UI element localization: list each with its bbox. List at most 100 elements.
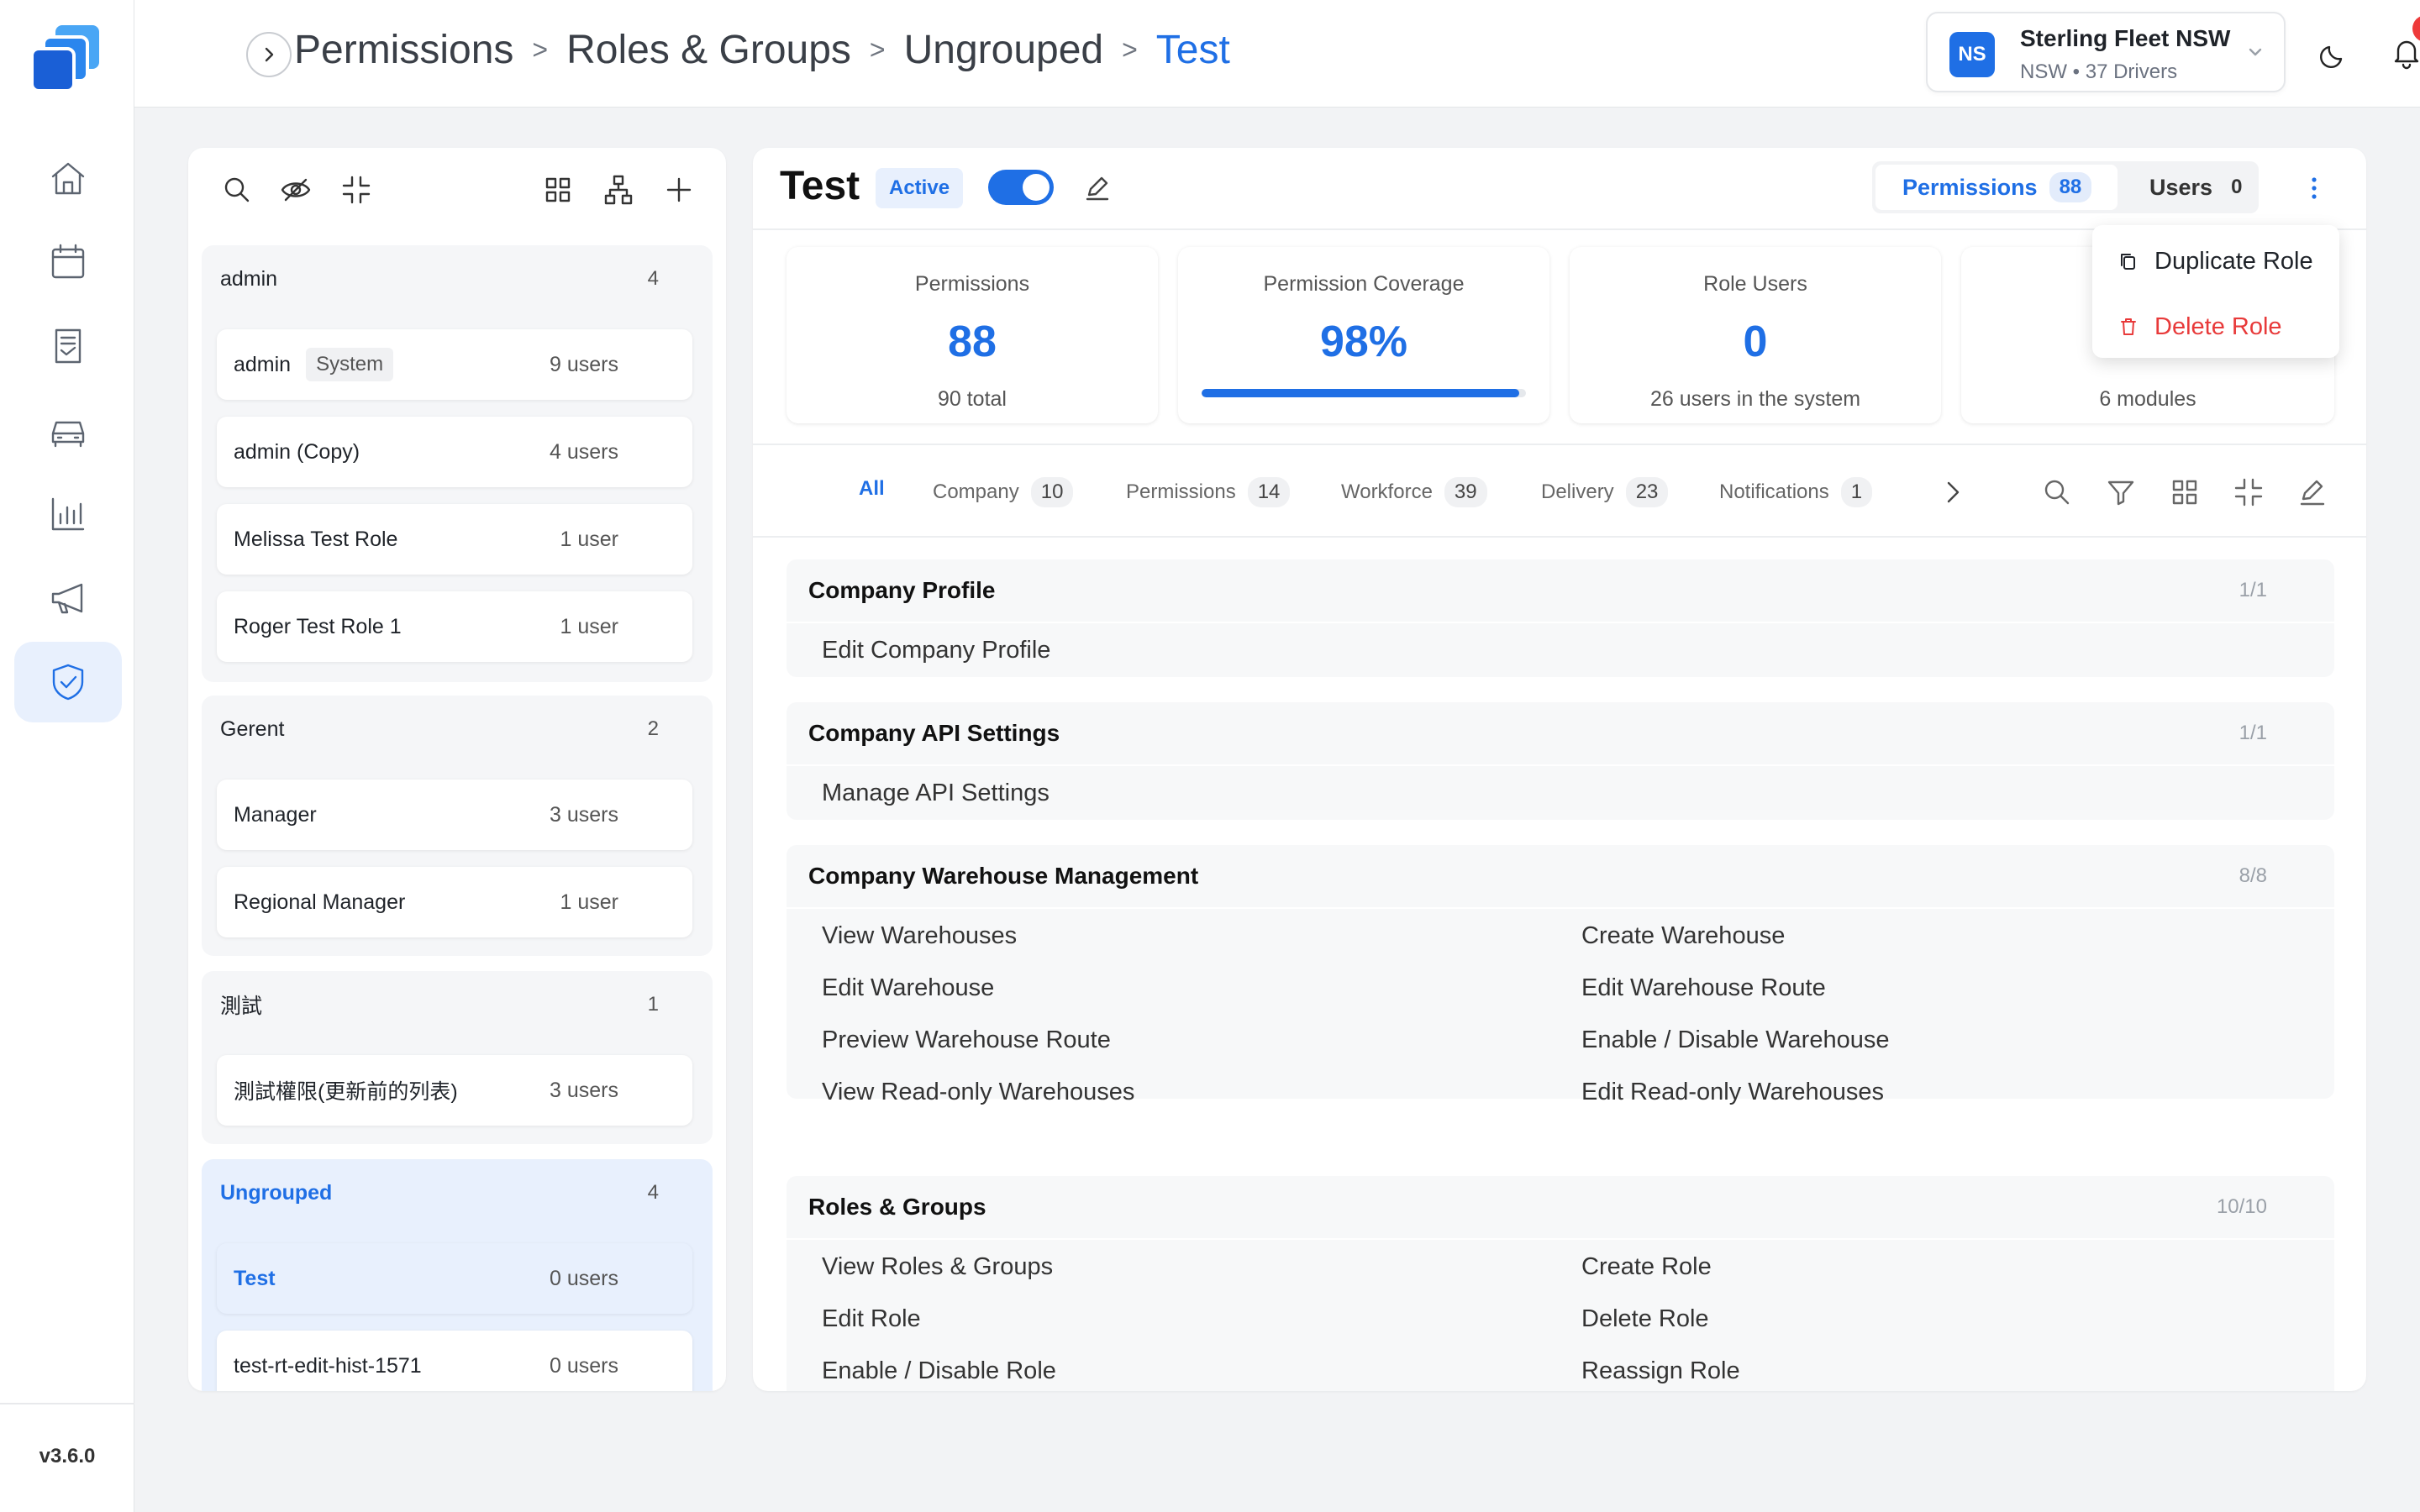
hierarchy-icon[interactable] bbox=[602, 173, 635, 207]
permission-item[interactable]: Preview Warehouse Route bbox=[822, 1026, 1111, 1054]
permission-item[interactable]: Reassign Role bbox=[1581, 1357, 1740, 1385]
role-user-count: 1 user bbox=[560, 614, 618, 638]
group-header[interactable]: admin 4 bbox=[202, 245, 713, 312]
add-icon[interactable] bbox=[662, 173, 696, 207]
section-header[interactable]: Roles & Groups 10/10 bbox=[786, 1176, 2334, 1240]
duplicate-role-menu-item[interactable]: Duplicate Role bbox=[2092, 234, 2339, 289]
edit-icon[interactable] bbox=[1082, 173, 1113, 203]
grid-view-icon[interactable] bbox=[541, 173, 575, 207]
collapse-icon[interactable] bbox=[2232, 475, 2265, 509]
role-item[interactable]: Manager 3 users bbox=[217, 780, 692, 850]
tab-count: 0 bbox=[2231, 176, 2243, 198]
breadcrumb-item-current: Test bbox=[1155, 28, 1230, 72]
bell-icon[interactable] bbox=[2388, 34, 2420, 71]
role-item[interactable]: 測試權限(更新前的列表) 3 users bbox=[217, 1055, 692, 1126]
nav-permissions[interactable] bbox=[14, 642, 122, 722]
dark-mode-toggle-icon[interactable] bbox=[2316, 35, 2353, 72]
role-item[interactable]: admin (Copy) 4 users bbox=[217, 417, 692, 487]
tab-count: 88 bbox=[2049, 172, 2092, 202]
stat-card-role-users: Role Users 0 26 users in the system bbox=[1570, 247, 1941, 423]
delete-role-menu-item[interactable]: Delete Role bbox=[2092, 299, 2339, 354]
role-name: admin bbox=[234, 352, 292, 376]
trash-icon bbox=[2118, 316, 2154, 338]
tab-permissions[interactable]: Permissions 88 bbox=[1876, 165, 2118, 210]
group-header[interactable]: Gerent 2 bbox=[202, 696, 713, 763]
role-name: Roger Test Role 1 bbox=[234, 614, 402, 638]
role-name: test-rt-edit-hist-1571 bbox=[234, 1353, 422, 1378]
permission-item[interactable]: View Roles & Groups bbox=[822, 1253, 1053, 1281]
tab-users[interactable]: Users 0 bbox=[2133, 165, 2252, 210]
stat-subtext: 6 modules bbox=[2099, 387, 2196, 411]
app-logo[interactable] bbox=[30, 22, 106, 92]
group-admin: admin 4 admin System 9 users admin (Copy) 4 … bbox=[202, 245, 713, 682]
search-icon[interactable] bbox=[2040, 475, 2074, 509]
permission-section-company-profile: Company Profile 1/1 Edit Company Profile bbox=[786, 559, 2334, 677]
nav-vehicles[interactable] bbox=[14, 390, 122, 470]
megaphone-icon bbox=[46, 576, 90, 620]
more-options-icon[interactable] bbox=[2309, 173, 2319, 203]
chevron-right-icon[interactable] bbox=[1936, 475, 1970, 509]
breadcrumb-item-ungrouped[interactable]: Ungrouped bbox=[904, 27, 1104, 73]
permission-item[interactable]: Edit Warehouse bbox=[822, 974, 994, 1002]
permission-section-api-settings: Company API Settings 1/1 Manage API Setti… bbox=[786, 702, 2334, 820]
permission-item[interactable]: Enable / Disable Role bbox=[822, 1357, 1056, 1385]
section-header[interactable]: Company Profile 1/1 bbox=[786, 559, 2334, 623]
breadcrumb-item-permissions[interactable]: Permissions bbox=[294, 27, 513, 73]
breadcrumb: Permissions > Roles & Groups > Ungrouped… bbox=[294, 27, 1230, 73]
role-user-count: 1 user bbox=[560, 527, 618, 551]
breadcrumb-item-roles-groups[interactable]: Roles & Groups bbox=[566, 27, 851, 73]
collapse-icon[interactable] bbox=[339, 173, 373, 207]
filter-icon[interactable] bbox=[2104, 475, 2138, 509]
section-count: 1/1 bbox=[2238, 579, 2267, 601]
nav-documents[interactable] bbox=[14, 306, 122, 386]
menu-item-label: Delete Role bbox=[2154, 312, 2282, 340]
permission-item[interactable]: Manage API Settings bbox=[822, 780, 1050, 807]
organization-selector[interactable]: NS Sterling Fleet NSW NSW • 37 Drivers bbox=[1926, 12, 2286, 92]
filter-tab-workforce[interactable]: Workforce 39 bbox=[1341, 477, 1487, 507]
section-header[interactable]: Company Warehouse Management 8/8 bbox=[786, 845, 2334, 909]
role-name: Test bbox=[234, 1266, 276, 1290]
filter-tab-permissions[interactable]: Permissions 14 bbox=[1126, 477, 1291, 507]
nav-announcements[interactable] bbox=[14, 558, 122, 638]
role-item[interactable]: Regional Manager 1 user bbox=[217, 867, 692, 937]
role-name: Melissa Test Role bbox=[234, 527, 398, 551]
nav-home[interactable] bbox=[14, 138, 122, 218]
sidebar-expand-button[interactable] bbox=[246, 32, 292, 77]
edit-icon[interactable] bbox=[2296, 475, 2329, 509]
role-user-count: 9 users bbox=[550, 352, 618, 376]
group-header[interactable]: 測試 1 bbox=[202, 971, 713, 1038]
filter-tab-notifications[interactable]: Notifications 1 bbox=[1719, 477, 1873, 507]
nav-calendar[interactable] bbox=[14, 222, 122, 302]
filter-tab-all[interactable]: All bbox=[859, 477, 885, 501]
section-header[interactable]: Company API Settings 1/1 bbox=[786, 702, 2334, 766]
permission-item[interactable]: Enable / Disable Warehouse bbox=[1581, 1026, 1889, 1054]
filter-count: 10 bbox=[1030, 477, 1074, 507]
role-enabled-toggle[interactable] bbox=[988, 170, 1054, 205]
eye-off-icon[interactable] bbox=[279, 173, 313, 207]
nav-reports[interactable] bbox=[14, 474, 122, 554]
permission-item[interactable]: Create Warehouse bbox=[1581, 922, 1785, 950]
filter-tab-delivery[interactable]: Delivery 23 bbox=[1541, 477, 1669, 507]
grid-view-icon[interactable] bbox=[2168, 475, 2202, 509]
group-count: 4 bbox=[647, 1181, 659, 1204]
permission-item[interactable]: View Warehouses bbox=[822, 922, 1017, 950]
role-item-selected[interactable]: Test 0 users bbox=[217, 1243, 692, 1314]
role-item[interactable]: Melissa Test Role 1 user bbox=[217, 504, 692, 575]
breadcrumb-separator: > bbox=[869, 34, 886, 65]
role-item[interactable]: admin System 9 users bbox=[217, 329, 692, 400]
groups-panel: admin 4 admin System 9 users admin (Copy) 4 … bbox=[188, 148, 726, 1391]
permission-item[interactable]: Edit Read-only Warehouses bbox=[1581, 1079, 1884, 1106]
permission-item[interactable]: Edit Company Profile bbox=[822, 637, 1050, 664]
search-icon[interactable] bbox=[220, 173, 254, 207]
permission-item[interactable]: View Read-only Warehouses bbox=[822, 1079, 1134, 1106]
filter-tab-company[interactable]: Company 10 bbox=[933, 477, 1074, 507]
permission-item[interactable]: Edit Warehouse Route bbox=[1581, 974, 1826, 1002]
stat-label: Permissions bbox=[914, 272, 1030, 296]
permission-item[interactable]: Delete Role bbox=[1581, 1305, 1709, 1333]
group-name: 測試 bbox=[220, 995, 263, 1018]
permission-item[interactable]: Create Role bbox=[1581, 1253, 1712, 1281]
role-item[interactable]: test-rt-edit-hist-1571 0 users bbox=[217, 1331, 692, 1391]
role-item[interactable]: Roger Test Role 1 1 user bbox=[217, 591, 692, 662]
permission-item[interactable]: Edit Role bbox=[822, 1305, 921, 1333]
group-header[interactable]: Ungrouped 4 bbox=[202, 1159, 713, 1226]
